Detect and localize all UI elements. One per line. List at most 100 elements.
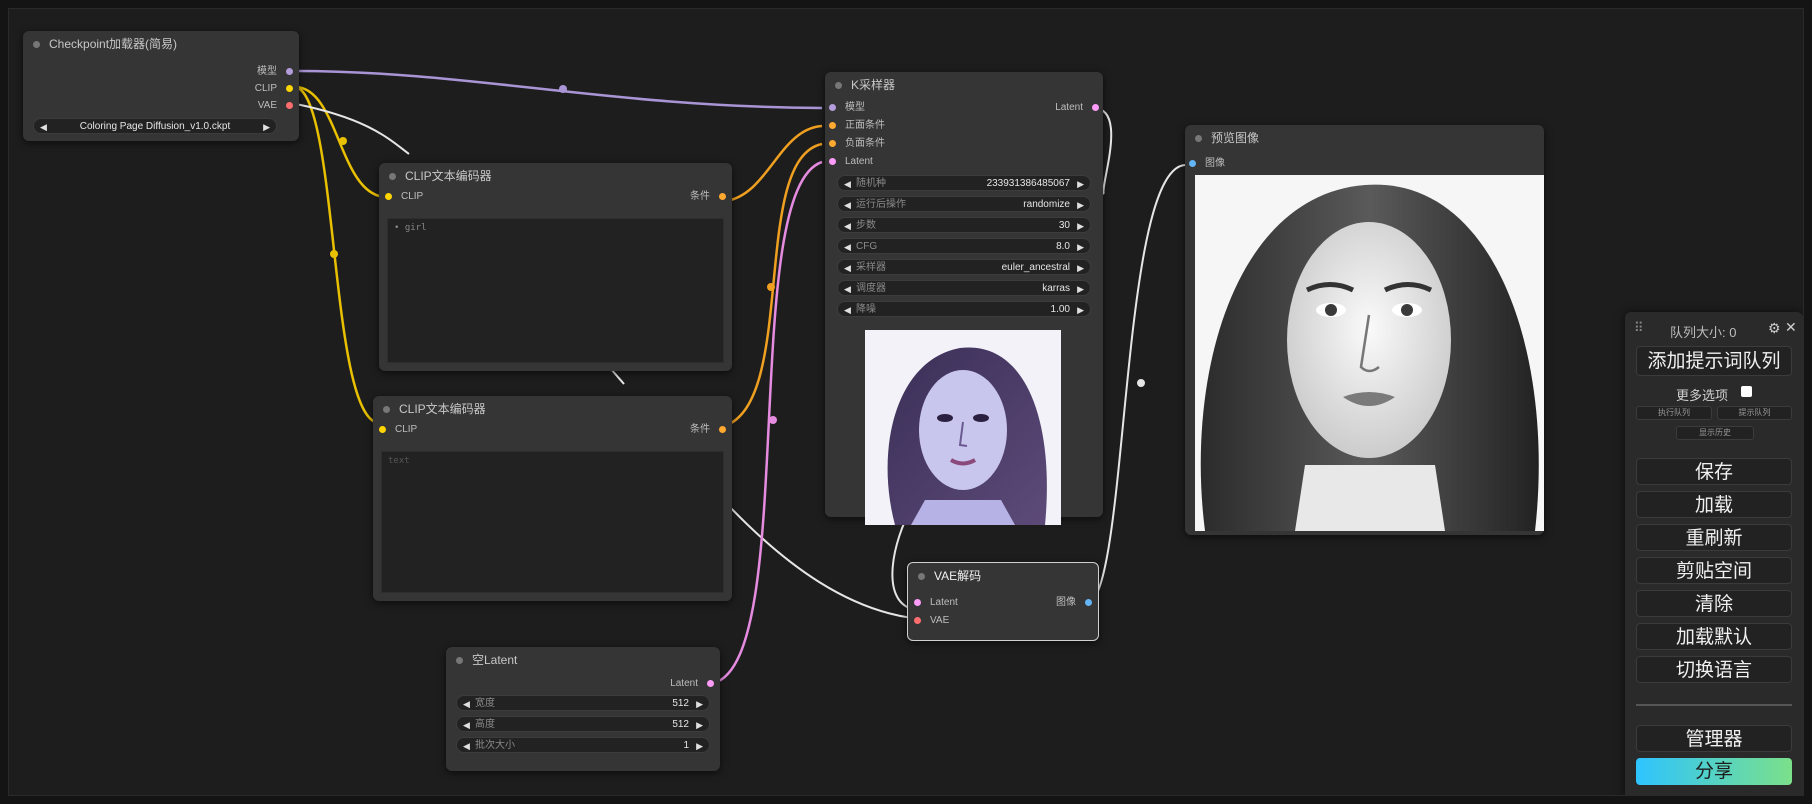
height-widget[interactable]: ◀ 高度 512 ▶	[456, 716, 710, 732]
arrow-left-icon[interactable]: ◀	[844, 260, 851, 276]
input-latent[interactable]: Latent	[829, 154, 873, 170]
input-positive[interactable]: 正面条件	[829, 118, 885, 134]
input-image[interactable]: 图像	[1189, 156, 1225, 172]
clipspace-button[interactable]: 剪贴空间	[1636, 557, 1792, 584]
more-options-checkbox[interactable]	[1741, 386, 1752, 397]
steps-widget[interactable]: ◀ 步数 30 ▶	[837, 217, 1091, 233]
port-dot-icon[interactable]	[1189, 160, 1196, 167]
manager-button[interactable]: 管理器	[1636, 725, 1792, 752]
output-vae[interactable]: VAE	[258, 98, 293, 114]
port-dot-icon[interactable]	[1092, 104, 1099, 111]
clear-button[interactable]: 清除	[1636, 590, 1792, 617]
output-model[interactable]: 模型	[257, 64, 293, 80]
load-button[interactable]: 加载	[1636, 491, 1792, 518]
output-clip[interactable]: CLIP	[255, 81, 293, 97]
arrow-right-icon[interactable]: ▶	[1077, 260, 1084, 276]
output-conditioning[interactable]: 条件	[690, 189, 726, 205]
denoise-widget[interactable]: ◀ 降噪 1.00 ▶	[837, 301, 1091, 317]
arrow-right-icon[interactable]: ▶	[1077, 302, 1084, 318]
arrow-left-icon[interactable]: ◀	[844, 281, 851, 297]
port-dot-icon[interactable]	[707, 680, 714, 687]
arrow-left-icon[interactable]: ◀	[463, 717, 470, 733]
arrow-left-icon[interactable]: ◀	[463, 738, 470, 754]
cfg-widget[interactable]: ◀ CFG 8.0 ▶	[837, 238, 1091, 254]
clip-text-encode-positive-node[interactable]: CLIP文本编码器 CLIP 条件 • girl	[379, 163, 732, 371]
port-dot-icon[interactable]	[829, 158, 836, 165]
input-vae[interactable]: VAE	[914, 613, 949, 629]
arrow-right-icon[interactable]: ▶	[696, 696, 703, 712]
sampler-name-widget[interactable]: ◀ 采样器 euler_ancestral ▶	[837, 259, 1091, 275]
arrow-left-icon[interactable]: ◀	[844, 197, 851, 213]
arrow-left-icon[interactable]: ◀	[463, 696, 470, 712]
output-conditioning[interactable]: 条件	[690, 422, 726, 438]
queue-prompt-button[interactable]: 添加提示词队列	[1636, 346, 1792, 376]
batch-size-widget[interactable]: ◀ 批次大小 1 ▶	[456, 737, 710, 753]
ckpt-name-combo[interactable]: ◀ Coloring Page Diffusion_v1.0.ckpt ▶	[33, 118, 277, 134]
port-dot-icon[interactable]	[385, 193, 392, 200]
port-dot-icon[interactable]	[719, 193, 726, 200]
port-dot-icon[interactable]	[286, 102, 293, 109]
drag-handle-icon[interactable]: ⠿	[1634, 320, 1644, 336]
checkpoint-loader-node[interactable]: Checkpoint加载器(简易) 模型 CLIP VAE ◀ Coloring…	[23, 31, 299, 141]
prompt-textarea[interactable]: text	[381, 451, 724, 593]
input-latent[interactable]: Latent	[914, 595, 958, 611]
node-graph-canvas[interactable]: Checkpoint加载器(简易) 模型 CLIP VAE ◀ Coloring…	[8, 8, 1804, 796]
clip-text-encode-negative-node[interactable]: CLIP文本编码器 CLIP 条件 text	[373, 396, 732, 601]
collapse-dot-icon[interactable]	[918, 573, 925, 580]
output-image[interactable]: 图像	[1056, 595, 1092, 611]
close-icon[interactable]: ✕	[1785, 319, 1797, 336]
preview-image-node[interactable]: 预览图像 图像	[1185, 125, 1544, 535]
arrow-left-icon[interactable]: ◀	[844, 218, 851, 234]
arrow-left-icon[interactable]: ◀	[844, 239, 851, 255]
queue-front-button[interactable]: 执行队列	[1636, 406, 1712, 420]
input-clip[interactable]: CLIP	[379, 422, 417, 438]
arrow-left-icon[interactable]: ◀	[844, 176, 851, 192]
arrow-left-icon[interactable]: ◀	[844, 302, 851, 318]
control-after-generate-widget[interactable]: ◀ 运行后操作 randomize ▶	[837, 196, 1091, 212]
arrow-right-icon[interactable]: ▶	[263, 119, 270, 135]
refresh-button[interactable]: 重刷新	[1636, 524, 1792, 551]
arrow-right-icon[interactable]: ▶	[1077, 218, 1084, 234]
collapse-dot-icon[interactable]	[835, 82, 842, 89]
port-dot-icon[interactable]	[719, 426, 726, 433]
port-dot-icon[interactable]	[914, 617, 921, 624]
input-model[interactable]: 模型	[829, 100, 865, 116]
port-dot-icon[interactable]	[829, 104, 836, 111]
empty-latent-node[interactable]: 空Latent Latent ◀ 宽度 512 ▶ ◀ 高度 512 ▶ ◀ 批次大小 1 ▶	[446, 647, 720, 771]
collapse-dot-icon[interactable]	[33, 41, 40, 48]
share-button[interactable]: 分享	[1636, 758, 1792, 785]
prompt-textarea[interactable]: • girl	[387, 218, 724, 363]
collapse-dot-icon[interactable]	[1195, 135, 1202, 142]
port-dot-icon[interactable]	[286, 68, 293, 75]
port-dot-icon[interactable]	[286, 85, 293, 92]
arrow-right-icon[interactable]: ▶	[1077, 281, 1084, 297]
collapse-dot-icon[interactable]	[389, 173, 396, 180]
switch-language-button[interactable]: 切换语言	[1636, 656, 1792, 683]
arrow-right-icon[interactable]: ▶	[696, 738, 703, 754]
view-queue-button[interactable]: 提示队列	[1717, 406, 1792, 420]
port-dot-icon[interactable]	[829, 122, 836, 129]
arrow-right-icon[interactable]: ▶	[1077, 176, 1084, 192]
save-button[interactable]: 保存	[1636, 458, 1792, 485]
load-default-button[interactable]: 加载默认	[1636, 623, 1792, 650]
port-dot-icon[interactable]	[914, 599, 921, 606]
arrow-right-icon[interactable]: ▶	[1077, 239, 1084, 255]
scheduler-widget[interactable]: ◀ 调度器 karras ▶	[837, 280, 1091, 296]
arrow-right-icon[interactable]: ▶	[696, 717, 703, 733]
width-widget[interactable]: ◀ 宽度 512 ▶	[456, 695, 710, 711]
seed-widget[interactable]: ◀ 随机种 233931386485067 ▶	[837, 175, 1091, 191]
ksampler-node[interactable]: K采样器 模型 正面条件 负面条件 Latent Latent ◀ 随机种 2339…	[825, 72, 1103, 525]
output-latent[interactable]: Latent	[670, 676, 714, 692]
port-dot-icon[interactable]	[1085, 599, 1092, 606]
collapse-dot-icon[interactable]	[383, 406, 390, 413]
collapse-dot-icon[interactable]	[456, 657, 463, 664]
vae-decode-node[interactable]: VAE解码 Latent VAE 图像	[907, 562, 1099, 641]
input-clip[interactable]: CLIP	[385, 189, 423, 205]
port-dot-icon[interactable]	[379, 426, 386, 433]
port-dot-icon[interactable]	[829, 140, 836, 147]
output-latent[interactable]: Latent	[1055, 100, 1099, 116]
settings-gear-icon[interactable]: ⚙	[1768, 320, 1781, 337]
input-negative[interactable]: 负面条件	[829, 136, 885, 152]
view-history-button[interactable]: 显示历史	[1676, 426, 1754, 440]
arrow-right-icon[interactable]: ▶	[1077, 197, 1084, 213]
